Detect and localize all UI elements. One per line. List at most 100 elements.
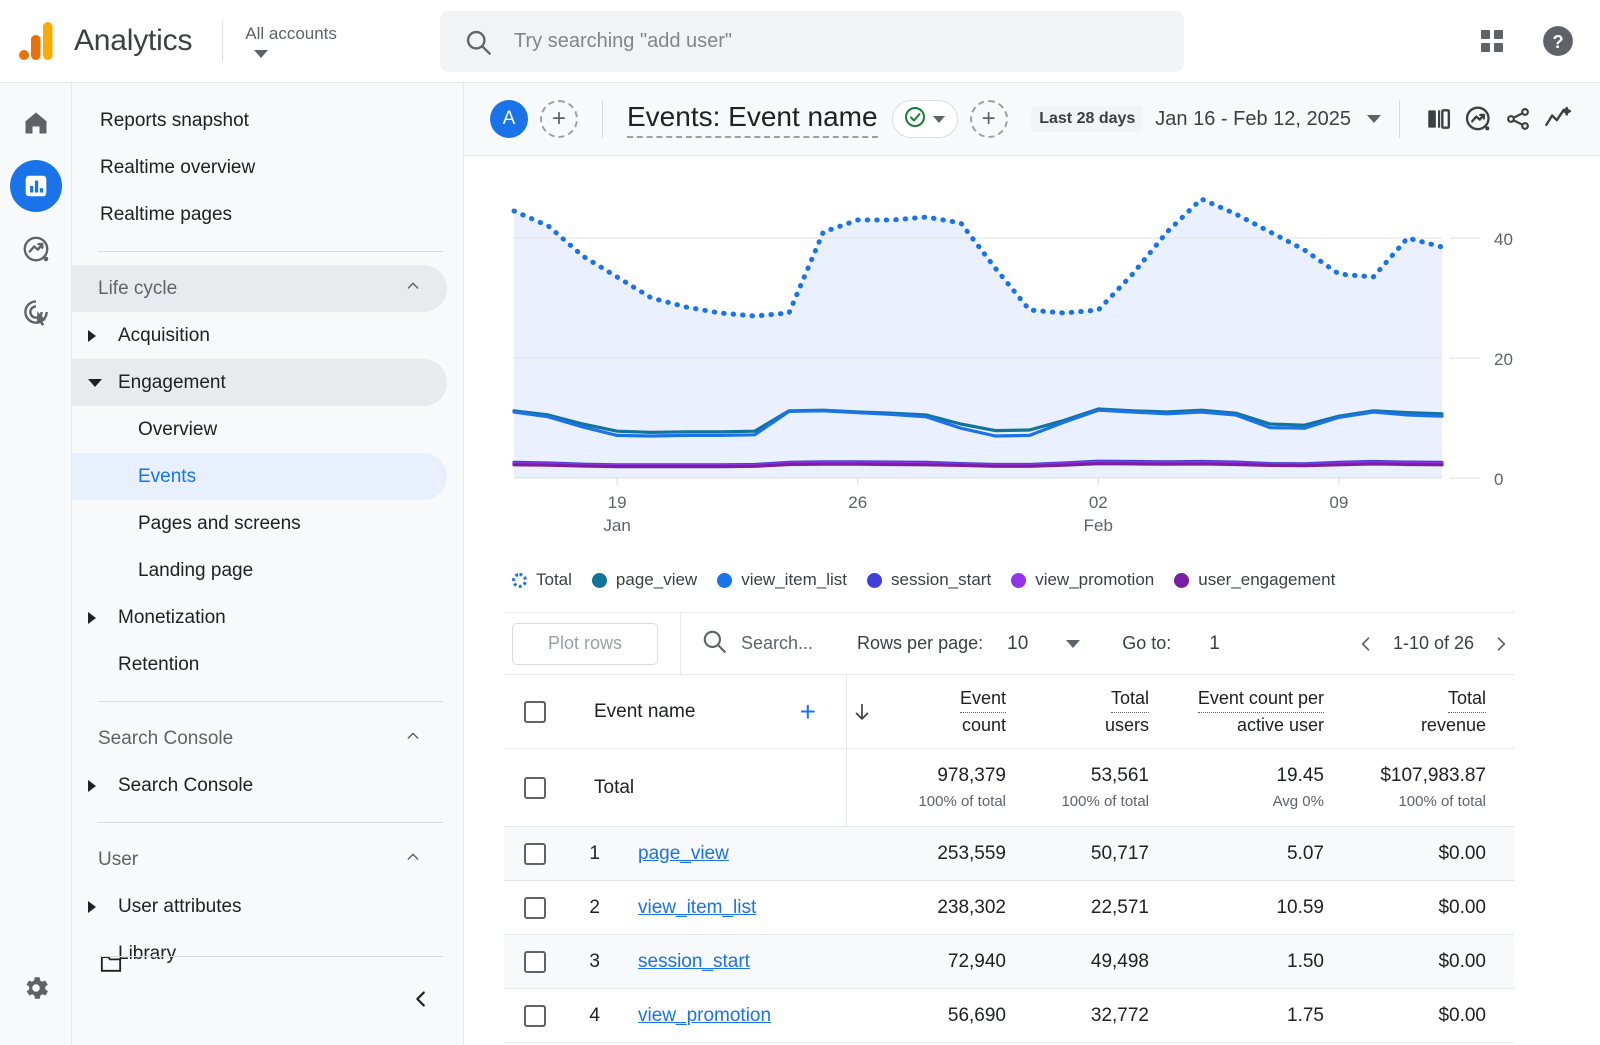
- metric-header-total-users[interactable]: Total users: [1020, 675, 1163, 748]
- share-icon[interactable]: [1498, 99, 1538, 139]
- reports-icon[interactable]: [10, 160, 62, 212]
- cell-total-revenue: $0.00: [1338, 897, 1498, 919]
- check-circle-icon: [903, 105, 927, 134]
- sidebar-group-search-console[interactable]: Search Console: [72, 715, 447, 762]
- event-name-link[interactable]: view_item_list: [638, 897, 756, 919]
- table-search[interactable]: Search...: [701, 628, 813, 659]
- search-input[interactable]: [514, 30, 1114, 53]
- event-name-link[interactable]: view_promotion: [638, 1005, 771, 1027]
- total-value: 53,561: [1091, 765, 1149, 787]
- arrow-down-icon[interactable]: [847, 675, 877, 748]
- sidebar-group-user[interactable]: User: [72, 836, 447, 883]
- sidebar-item-reports-snapshot[interactable]: Reports snapshot: [72, 97, 447, 144]
- help-icon[interactable]: ?: [1538, 21, 1578, 61]
- chevron-down-icon[interactable]: [1367, 115, 1381, 123]
- status-badge[interactable]: [892, 100, 958, 138]
- sidebar-item-landing-page[interactable]: Landing page: [72, 547, 447, 594]
- collapse-nav-button[interactable]: [405, 983, 437, 1015]
- plot-rows-button[interactable]: Plot rows: [512, 623, 658, 665]
- sidebar-item-realtime-overview[interactable]: Realtime overview: [72, 144, 447, 191]
- total-row-checkbox[interactable]: [524, 777, 546, 799]
- row-checkbox[interactable]: [524, 843, 546, 865]
- sidebar-item-retention[interactable]: Retention: [72, 641, 447, 688]
- sidebar-item-acquisition[interactable]: Acquisition: [72, 312, 447, 359]
- insights-icon[interactable]: [1458, 99, 1498, 139]
- table-row[interactable]: 4view_promotion56,69032,7721.75$0.00: [504, 989, 1514, 1043]
- add-filter-button[interactable]: +: [970, 100, 1008, 138]
- event-name-link[interactable]: page_view: [638, 843, 729, 865]
- sidebar-item-realtime-pages[interactable]: Realtime pages: [72, 191, 447, 238]
- metric-header-total-revenue[interactable]: Total revenue: [1338, 675, 1498, 748]
- cell-total-revenue: $0.00: [1338, 951, 1498, 973]
- avatar[interactable]: A: [490, 100, 528, 138]
- advertising-icon[interactable]: [10, 286, 62, 338]
- go-to-page[interactable]: Go to: 1: [1122, 633, 1220, 655]
- svg-text:?: ?: [1552, 31, 1563, 52]
- rows-per-page[interactable]: Rows per page: 10: [857, 633, 1080, 655]
- chevron-down-icon[interactable]: [1066, 640, 1080, 648]
- add-comparison-button[interactable]: +: [540, 100, 578, 138]
- legend-swatch: [867, 573, 882, 588]
- metric-header-event-count[interactable]: Event count: [877, 675, 1020, 748]
- metric-header-event-count-per-active-user[interactable]: Event count per active user: [1163, 675, 1338, 748]
- explore-icon[interactable]: [10, 223, 62, 275]
- sidebar-group-label: Search Console: [98, 728, 233, 750]
- legend-item-view_item_list[interactable]: view_item_list: [717, 570, 847, 590]
- add-dimension-button[interactable]: +: [800, 698, 816, 726]
- table-row[interactable]: 1page_view253,55950,7175.07$0.00: [504, 827, 1514, 881]
- sidebar-item-events[interactable]: Events: [72, 453, 447, 500]
- row-index: 2: [562, 897, 606, 919]
- date-preset-chip[interactable]: Last 28 days: [1031, 106, 1143, 132]
- account-selector[interactable]: All accounts: [245, 24, 337, 58]
- app-body: Reports snapshot Realtime overview Realtim…: [0, 83, 1600, 1045]
- dimension-header-label: Event name: [594, 701, 695, 723]
- chevron-down-icon: [933, 116, 945, 123]
- row-checkbox-cell: [504, 1005, 562, 1027]
- sidebar-item-library[interactable]: Library: [72, 930, 447, 977]
- sidebar-item-label: Reports snapshot: [100, 110, 249, 132]
- prev-page-button[interactable]: [1353, 631, 1379, 657]
- header-divider: [1399, 100, 1400, 138]
- home-icon[interactable]: [10, 97, 62, 149]
- total-value: $107,983.87: [1380, 765, 1486, 787]
- events-table: Event name + Event: [504, 674, 1514, 1043]
- sidebar-item-search-console[interactable]: Search Console: [72, 762, 447, 809]
- row-dimension-cell: 1page_view: [504, 843, 846, 865]
- page-title[interactable]: Events: Event name: [627, 101, 878, 138]
- control-divider: [680, 613, 681, 675]
- date-range-label[interactable]: Jan 16 - Feb 12, 2025: [1155, 108, 1351, 131]
- legend-item-user_engagement[interactable]: user_engagement: [1174, 570, 1335, 590]
- report-header: A + Events: Event name + Last 28 days Ja…: [464, 83, 1600, 156]
- ai-insights-icon[interactable]: [1538, 99, 1578, 139]
- sidebar-group-life-cycle[interactable]: Life cycle: [72, 265, 447, 312]
- sidebar-item-user-attributes[interactable]: User attributes: [72, 883, 447, 930]
- settings-icon[interactable]: [0, 973, 72, 1003]
- sidebar-item-overview[interactable]: Overview: [72, 406, 447, 453]
- metric-header-line2: active user: [1237, 714, 1324, 737]
- sidebar-item-engagement[interactable]: Engagement: [72, 359, 447, 406]
- legend-item-view_promotion[interactable]: view_promotion: [1011, 570, 1154, 590]
- report-content: 020K40K19Jan2602Feb09 Totalpage_viewview…: [464, 156, 1600, 1045]
- table-row[interactable]: 3session_start72,94049,4981.50$0.00: [504, 935, 1514, 989]
- event-name-link[interactable]: session_start: [638, 951, 750, 973]
- legend-item-Total[interactable]: Total: [512, 570, 572, 590]
- legend-swatch: [1174, 573, 1189, 588]
- go-to-value[interactable]: 1: [1209, 633, 1220, 655]
- sidebar-item-label: Realtime overview: [100, 157, 255, 179]
- select-all-checkbox[interactable]: [524, 701, 546, 723]
- legend-item-session_start[interactable]: session_start: [867, 570, 991, 590]
- sidebar-item-pages-and-screens[interactable]: Pages and screens: [72, 500, 447, 547]
- table-row[interactable]: 2view_item_list238,30222,57110.59$0.00: [504, 881, 1514, 935]
- sidebar-item-monetization[interactable]: Monetization: [72, 594, 447, 641]
- row-checkbox[interactable]: [524, 897, 546, 919]
- legend-label: user_engagement: [1198, 570, 1335, 590]
- global-search[interactable]: [440, 11, 1184, 72]
- apps-grid-icon[interactable]: [1472, 21, 1512, 61]
- legend-item-page_view[interactable]: page_view: [592, 570, 697, 590]
- sidebar-item-label: User attributes: [118, 896, 242, 918]
- cell-value: $0.00: [1438, 951, 1486, 973]
- row-checkbox[interactable]: [524, 1005, 546, 1027]
- compare-icon[interactable]: [1418, 99, 1458, 139]
- row-checkbox[interactable]: [524, 951, 546, 973]
- next-page-button[interactable]: [1488, 631, 1514, 657]
